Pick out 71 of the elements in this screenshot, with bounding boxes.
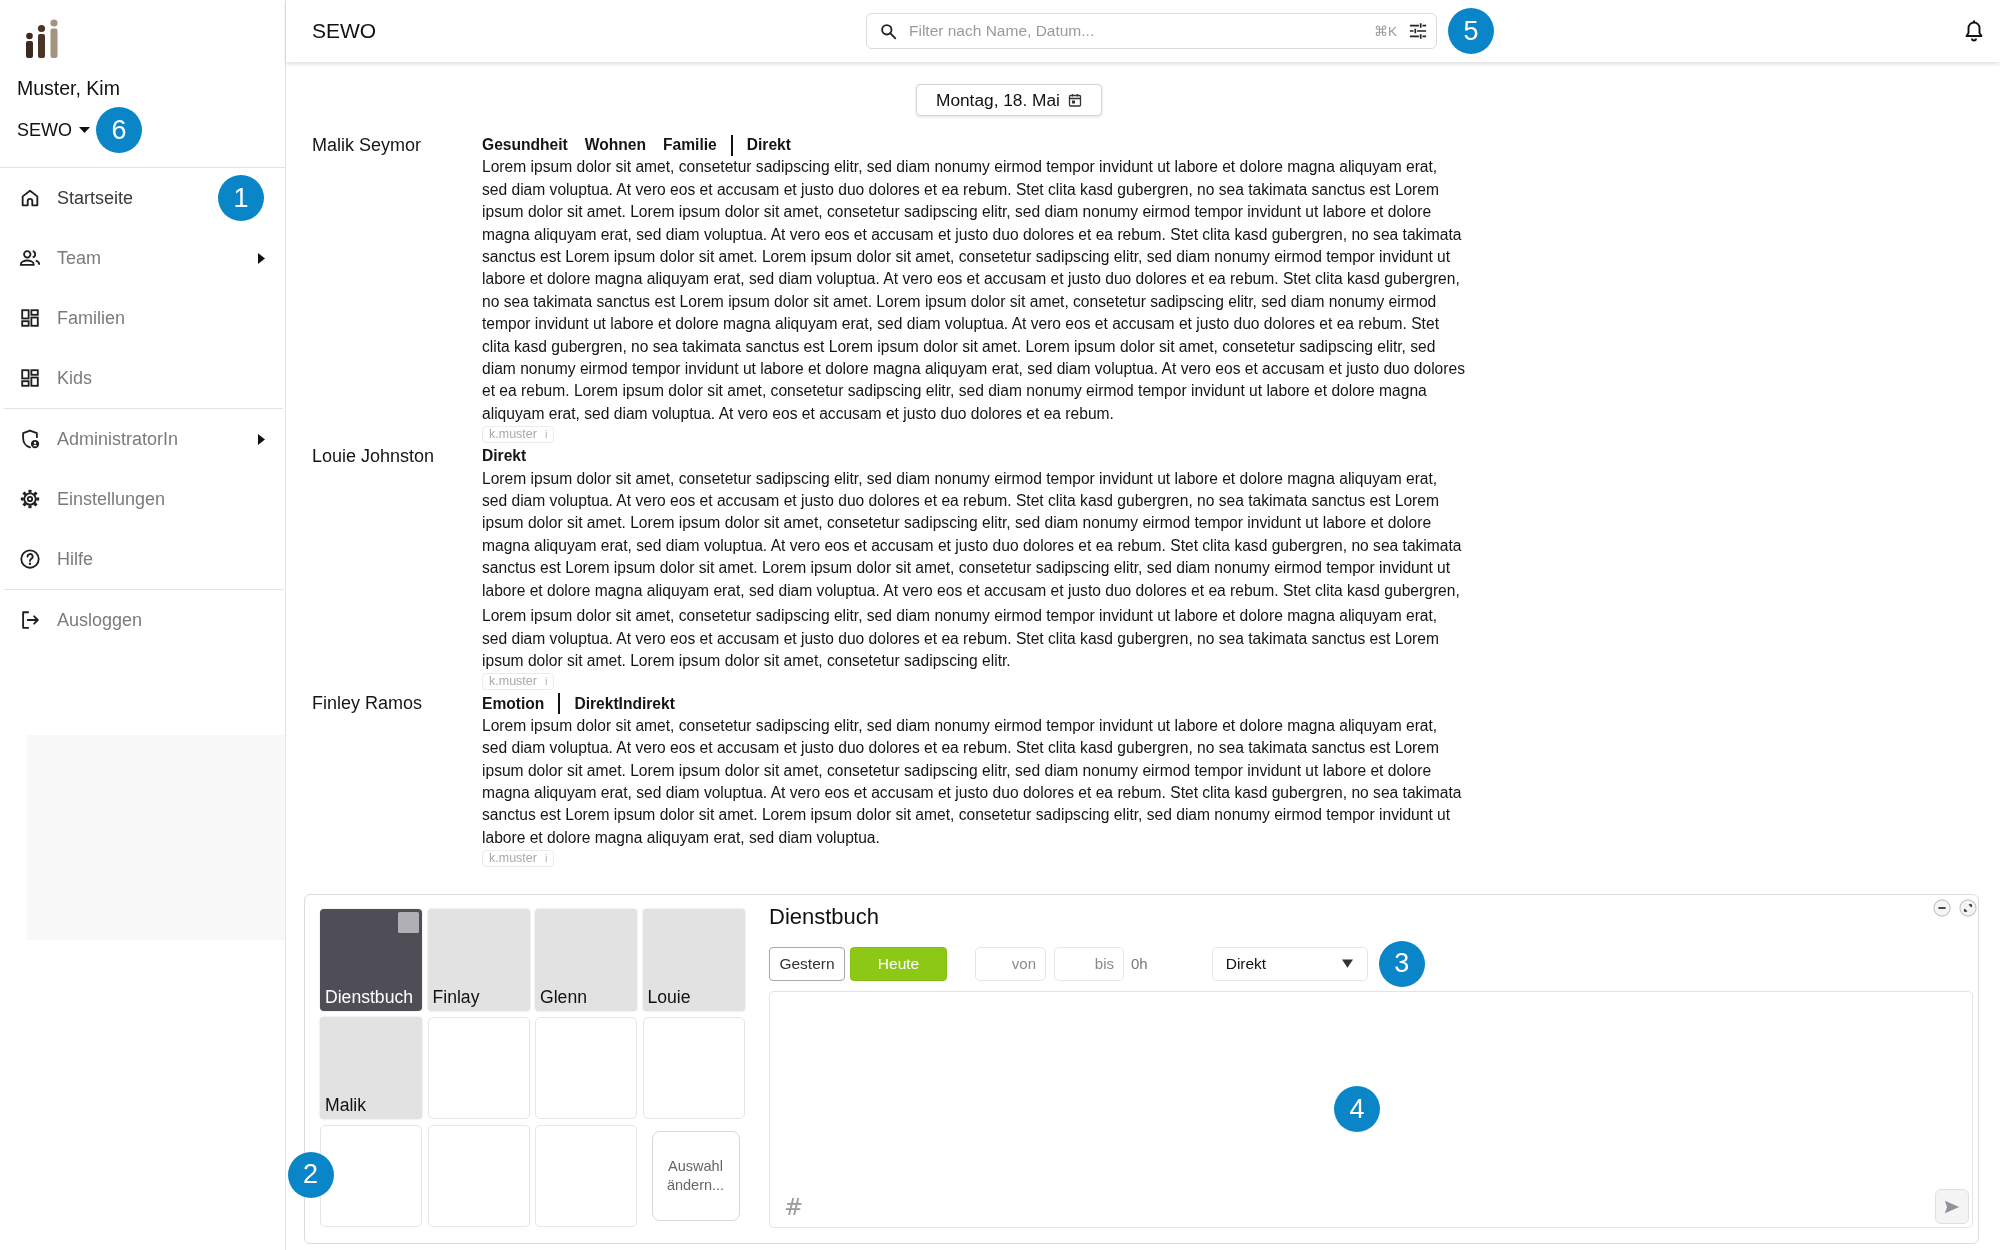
duration-text: 0h	[1131, 955, 1148, 972]
contact-type-label: Direkt	[746, 136, 791, 155]
minimize-icon[interactable]	[1933, 899, 1951, 917]
logo-icon	[25, 19, 59, 58]
entry-text: Lorem ipsum dolor sit amet, consetetur sadipscing elitr, sed diam nonumy eirmod tempor invidunt ut labore et dolore magna aliquyam erat, sed diam voluptua. At vero eos et accusam et justo duo dolores et ea rebum. Stet clita kasd gubergren, no sea takimata sanctus est Lorem ipsum dolor sit amet. Lorem ipsum dolor sit amet, consetetur sadipscing elitr.	[482, 606, 1440, 671]
callout-marker: 5	[1448, 8, 1494, 54]
callout-marker: 1	[218, 175, 264, 221]
app-title: SEWO	[312, 19, 378, 43]
nav-item[interactable]: AdministratorIn	[0, 409, 285, 469]
selection-tile[interactable]: Dienstbuch	[320, 909, 422, 1011]
change-selection-button[interactable]: Auswahl ändern...	[651, 1131, 740, 1221]
nav-item[interactable]: Startseite 1	[0, 168, 285, 228]
entry-text: Lorem ipsum dolor sit amet, consetetur sadipscing elitr, sed diam nonumy eirmod tempor invidunt ut labore et dolore magna aliquyam erat, sed diam voluptua. At vero eos et accusam et justo duo dolores et ea rebum. Stet clita kasd gubergren, no sea takimata sanctus est Lorem ipsum dolor sit amet. Lorem ipsum dolor sit amet, consetetur sadipscing elitr, sed diam nonumy eirmod tempor invidunt ut labore et dolore magna aliquyam erat, sed diam voluptua. At vero eos et accusam et justo duo dolores et ea rebum. Stet clita kasd gubergren, no sea takimata sanctus est Lorem ipsum dolor sit amet. Lorem ipsum dolor sit amet, consetetur sadipscing elitr, sed diam nonumy eirmod tempor invidunt ut labore et dolore magna aliquyam erat, sed diam voluptua. At vero eos et accusam et justo duo dolores et ea rebum. Stet clita kasd gubergren,	[482, 468, 1463, 601]
entry-text: Lorem ipsum dolor sit amet, consetetur sadipscing elitr, sed diam nonumy eirmod tempor invidunt ut labore et dolore magna aliquyam erat, sed diam voluptua. At vero eos et accusam et justo duo dolores et ea rebum. Stet clita kasd gubergren, no sea takimata sanctus est Lorem ipsum dolor sit amet. Lorem ipsum dolor sit amet, consetetur sadipscing elitr, sed diam nonumy eirmod tempor invidunt ut labore et dolore magna aliquyam erat, sed diam voluptua. At vero eos et accusam et justo duo dolores et ea rebum. Stet clita kasd gubergren, no sea takimata sanctus est Lorem ipsum dolor sit amet. Lorem ipsum dolor sit amet, consetetur sadipscing elitr, sed diam nonumy eirmod tempor invidunt ut labore et dolore magna aliquyam erat, sed diam voluptua.	[482, 715, 1463, 848]
panel-title: Dienstbuch	[769, 905, 880, 929]
selection-tile[interactable]: Finlay	[427, 909, 530, 1011]
expand-icon[interactable]	[1959, 899, 1977, 917]
hashtag-button[interactable]: #	[784, 1195, 804, 1224]
nav-item[interactable]: Team	[0, 228, 285, 288]
contact-type-label: DirektIndirekt	[574, 694, 675, 713]
bell-icon[interactable]	[1964, 20, 1984, 42]
callout-marker: 6	[96, 107, 142, 153]
category-label: Gesundheit	[482, 136, 568, 155]
shield-icon	[19, 428, 41, 450]
search-field[interactable]: Filter nach Name, Datum... ⌘K	[866, 13, 1437, 49]
nav-item[interactable]: Familien	[0, 288, 285, 348]
grid-icon	[19, 307, 41, 329]
contact-type-select[interactable]: Direkt	[1211, 946, 1368, 981]
person-name: Finley Ramos	[312, 692, 424, 716]
gear-icon	[19, 488, 41, 510]
author-name: k.muster	[489, 427, 537, 443]
author-name: k.muster	[489, 674, 537, 690]
category-label: Wohnen	[584, 136, 646, 155]
nav-item[interactable]: Ausloggen	[0, 590, 285, 650]
entry-text: Lorem ipsum dolor sit amet, consetetur sadipscing elitr, sed diam nonumy eirmod tempor invidunt ut labore et dolore magna aliquyam erat, sed diam voluptua. At vero eos et accusam et justo duo dolores et ea rebum. Stet clita kasd gubergren, no sea takimata sanctus est Lorem ipsum dolor sit amet. Lorem ipsum dolor sit amet, consetetur sadipscing elitr, sed diam nonumy eirmod tempor invidunt ut labore et dolore magna aliquyam erat, sed diam voluptua. At vero eos et accusam et justo duo dolores et ea rebum. Stet clita kasd gubergren, no sea takimata sanctus est Lorem ipsum dolor sit amet. Lorem ipsum dolor sit amet, consetetur sadipscing elitr, sed diam nonumy eirmod tempor invidunt ut labore et dolore magna aliquyam erat, sed diam voluptua. At vero eos et accusam et justo duo dolores et ea rebum. Stet clita kasd gubergren, no sea takimata sanctus est Lorem ipsum dolor sit amet. Lorem ipsum dolor sit amet, consetetur sadipscing elitr, sed diam nonumy eirmod tempor invidunt ut labore et dolore magna aliquyam erat, sed diam voluptua. At vero eos et accusam et justo duo dolores et ea rebum. Stet clita kasd gubergren, no sea takimata sanctus est Lorem ipsum dolor sit amet. Lorem ipsum dolor sit amet, consetetur sadipscing elitr, sed diam nonumy eirmod tempor invidunt ut labore et dolore magna aliquyam erat, sed diam voluptua. At vero eos et accusam et justo duo dolores et ea rebum. Lorem ipsum dolor sit amet, consetetur sadipscing elitr, sed diam nonumy eirmod tempor invidunt ut labore et dolore magna aliquyam erat, sed diam voluptua. At vero eos et accusam et justo duo dolores et ea rebum.	[482, 157, 1466, 424]
category-label: Emotion	[482, 694, 545, 713]
category-label: Familie	[663, 136, 717, 155]
user-name: Muster, Kim	[17, 76, 121, 100]
callout-marker: 2	[287, 1151, 334, 1198]
message-field[interactable]: # 4	[769, 990, 1973, 1228]
square-icon	[398, 912, 419, 933]
callout-marker: 4	[1334, 1086, 1380, 1133]
date-button[interactable]: Montag, 18. Mai	[916, 84, 1102, 116]
day-button[interactable]: Gestern	[769, 946, 845, 981]
send-button[interactable]	[1935, 1189, 1969, 1224]
organization-dropdown[interactable]: SEWO	[17, 119, 90, 141]
to-time-field[interactable]: bis	[1054, 946, 1124, 981]
person-name: Louie Johnston	[312, 445, 436, 469]
callout-marker: 3	[1378, 940, 1425, 987]
person-name: Malik Seymor	[312, 134, 423, 157]
search-icon	[880, 22, 897, 40]
search-input[interactable]: Filter nach Name, Datum...	[909, 22, 1374, 40]
nav-item[interactable]: Einstellungen	[0, 469, 285, 529]
home-icon	[19, 187, 41, 209]
nav-item[interactable]: Kids	[0, 348, 285, 408]
people-icon	[19, 247, 41, 269]
selection-tile[interactable]: Malik	[320, 1017, 422, 1119]
nav-item[interactable]: Hilfe	[0, 529, 285, 589]
shortcut-hint: ⌘K	[1374, 23, 1397, 39]
caret-icon	[79, 127, 90, 133]
help-icon	[19, 548, 41, 570]
author-name: k.muster	[489, 851, 537, 867]
contact-type-label: Direkt	[482, 447, 527, 466]
logout-icon	[19, 609, 41, 631]
selection-tile[interactable]: Louie	[642, 909, 745, 1011]
selection-tile[interactable]: Glenn	[535, 909, 637, 1011]
calendar-icon	[1067, 93, 1082, 107]
from-time-field[interactable]: von	[975, 946, 1046, 981]
caret-icon	[1341, 959, 1353, 968]
grid-icon	[19, 367, 41, 389]
sliders-icon[interactable]	[1409, 22, 1427, 40]
